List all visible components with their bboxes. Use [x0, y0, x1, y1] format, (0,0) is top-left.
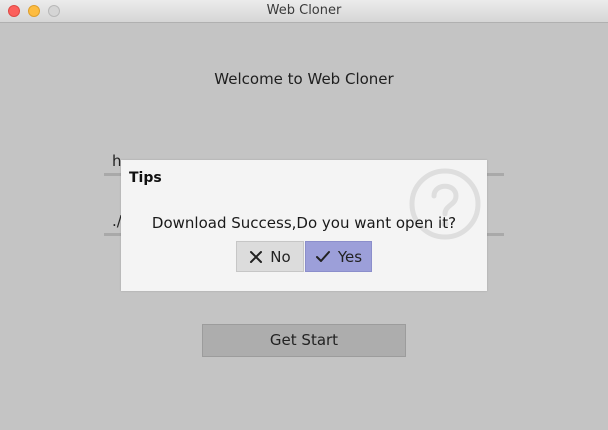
checkmark-icon	[315, 250, 330, 262]
no-button[interactable]: No	[236, 241, 304, 272]
close-icon	[250, 250, 263, 263]
yes-button[interactable]: Yes	[305, 241, 372, 272]
dialog-title: Tips	[129, 170, 162, 186]
title-bar: Web Cloner	[0, 0, 608, 23]
dialog-message: Download Success,Do you want open it?	[151, 214, 457, 232]
app-window: Web Cloner Welcome to Web Cloner h ./ Ge…	[0, 0, 608, 430]
welcome-heading: Welcome to Web Cloner	[214, 70, 394, 88]
get-start-button[interactable]: Get Start	[202, 324, 406, 357]
no-button-label: No	[270, 247, 291, 266]
yes-button-label: Yes	[337, 247, 363, 266]
tips-dialog: Tips Download Success,Do you want open i…	[121, 160, 487, 291]
window-title: Web Cloner	[266, 3, 342, 18]
